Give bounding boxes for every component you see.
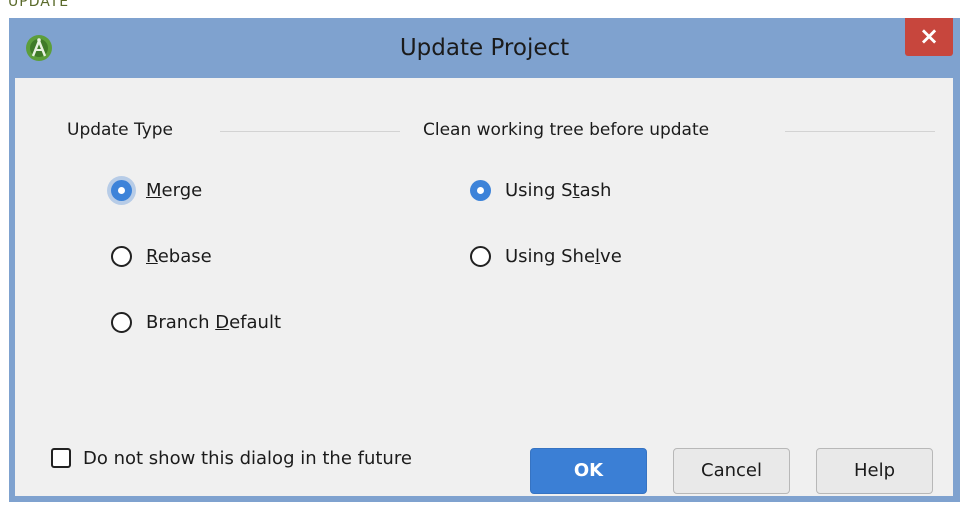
title-bar[interactable]: Update Project × bbox=[9, 18, 960, 78]
radio-branch-default-mnemonic: D bbox=[215, 311, 230, 333]
radio-rebase-indicator[interactable] bbox=[111, 245, 132, 267]
ok-button[interactable]: OK bbox=[530, 448, 647, 494]
close-icon: × bbox=[918, 22, 940, 50]
dont-show-label: Do not show this dialog in the future bbox=[83, 447, 412, 469]
radio-rebase-label: Rebase bbox=[146, 245, 212, 267]
dont-show-checkbox[interactable] bbox=[51, 448, 71, 468]
radio-merge-label: Merge bbox=[146, 179, 203, 201]
radio-rebase-mnemonic: R bbox=[146, 245, 158, 267]
radio-using-stash-label: Using Stash bbox=[505, 179, 612, 201]
radio-using-shelve-mnemonic: l bbox=[595, 245, 601, 267]
dialog-content: Update Type Merge Rebase Branch Default … bbox=[15, 78, 953, 496]
close-button[interactable]: × bbox=[905, 18, 953, 56]
background-window-text: UPDATE bbox=[8, 0, 70, 10]
radio-using-shelve-indicator[interactable] bbox=[470, 245, 491, 267]
radio-merge[interactable]: Merge bbox=[111, 174, 202, 206]
update-type-label: Update Type bbox=[67, 120, 182, 140]
update-project-dialog: Update Project × Update Type Merge Rebas… bbox=[9, 18, 960, 502]
radio-branch-default-label: Branch Default bbox=[146, 311, 282, 333]
radio-using-shelve[interactable]: Using Shelve bbox=[470, 240, 622, 272]
radio-using-stash[interactable]: Using Stash bbox=[470, 174, 611, 206]
radio-merge-indicator[interactable] bbox=[111, 179, 132, 201]
dont-show-checkbox-row[interactable]: Do not show this dialog in the future bbox=[51, 444, 412, 472]
radio-merge-mnemonic: M bbox=[146, 179, 162, 201]
dialog-title: Update Project bbox=[399, 35, 570, 61]
radio-using-shelve-label: Using Shelve bbox=[505, 245, 622, 267]
radio-branch-default-indicator[interactable] bbox=[111, 311, 132, 333]
update-type-separator bbox=[220, 131, 400, 132]
android-studio-icon bbox=[26, 35, 52, 61]
help-button[interactable]: Help bbox=[816, 448, 933, 494]
radio-branch-default[interactable]: Branch Default bbox=[111, 306, 281, 338]
radio-using-stash-mnemonic: t bbox=[572, 179, 580, 201]
radio-using-stash-indicator[interactable] bbox=[470, 179, 491, 201]
cancel-button[interactable]: Cancel bbox=[673, 448, 790, 494]
radio-rebase[interactable]: Rebase bbox=[111, 240, 212, 272]
clean-tree-label: Clean working tree before update bbox=[423, 120, 718, 140]
clean-tree-separator bbox=[785, 131, 935, 132]
